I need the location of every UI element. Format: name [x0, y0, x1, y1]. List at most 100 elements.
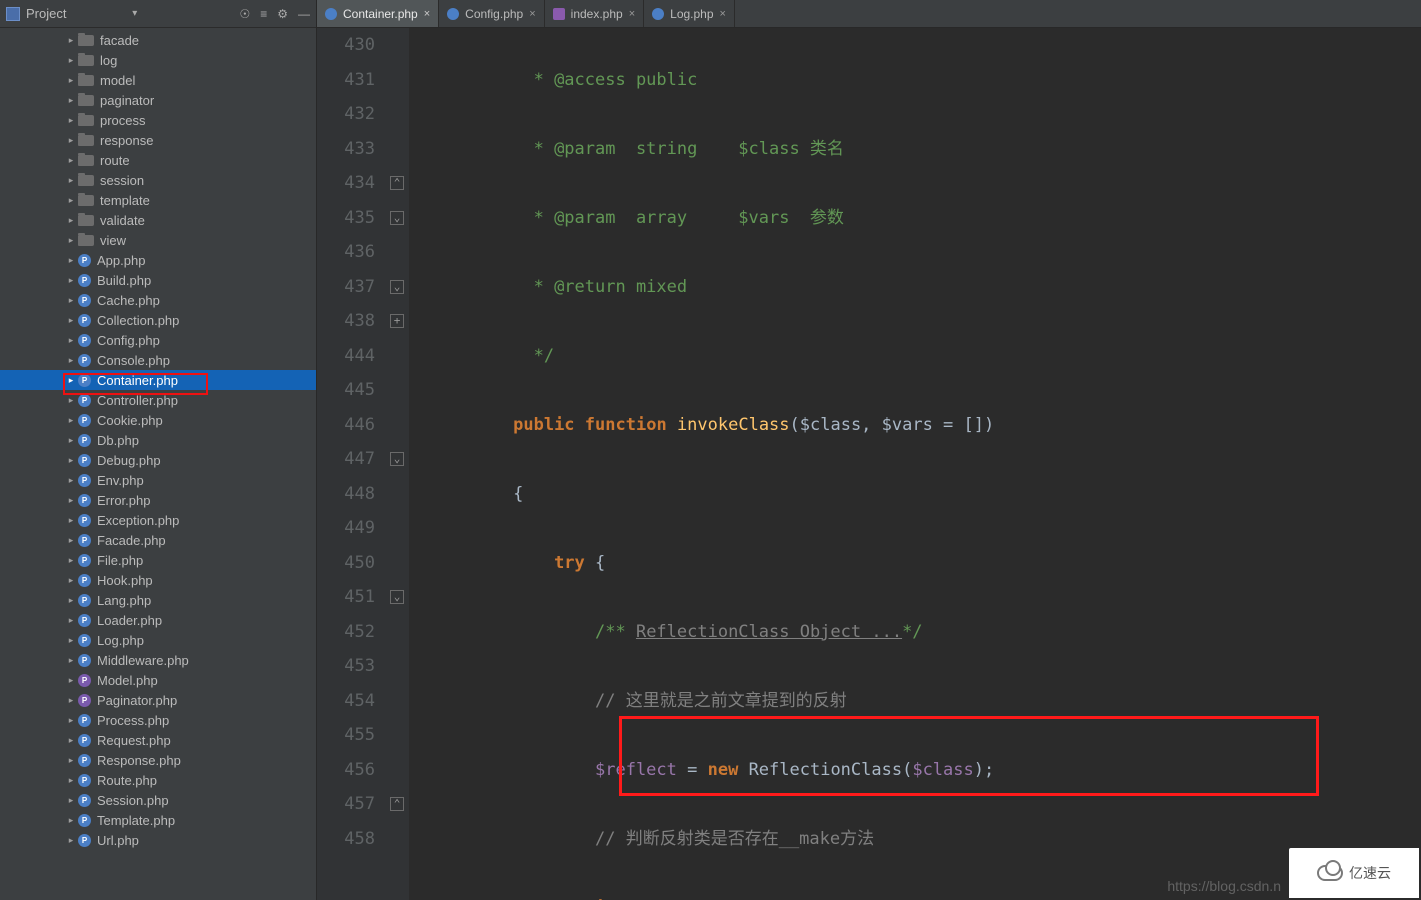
- fold-expand-icon[interactable]: +: [390, 314, 404, 328]
- code-area[interactable]: 4304314324334344354364374384444454464474…: [317, 28, 1421, 900]
- chevron-right-icon[interactable]: ▸: [64, 195, 78, 206]
- chevron-right-icon[interactable]: ▸: [64, 375, 78, 386]
- chevron-right-icon[interactable]: ▸: [64, 135, 78, 146]
- tree-item-build-php[interactable]: ▸Build.php: [0, 270, 316, 290]
- tree-item-facade[interactable]: ▸facade: [0, 30, 316, 50]
- tree-item-cache-php[interactable]: ▸Cache.php: [0, 290, 316, 310]
- tab-container-php[interactable]: Container.php×: [317, 0, 439, 27]
- fold-column[interactable]: ⌃⌄⌄+⌄⌄⌃: [387, 28, 409, 900]
- tree-item-cookie-php[interactable]: ▸Cookie.php: [0, 410, 316, 430]
- chevron-right-icon[interactable]: ▸: [64, 595, 78, 606]
- tree-item-collection-php[interactable]: ▸Collection.php: [0, 310, 316, 330]
- close-icon[interactable]: ×: [529, 8, 535, 20]
- chevron-right-icon[interactable]: ▸: [64, 455, 78, 466]
- tree-item-middleware-php[interactable]: ▸Middleware.php: [0, 650, 316, 670]
- chevron-right-icon[interactable]: ▸: [64, 95, 78, 106]
- chevron-right-icon[interactable]: ▸: [64, 235, 78, 246]
- tree-item-url-php[interactable]: ▸Url.php: [0, 830, 316, 850]
- tab-index-php[interactable]: index.php×: [545, 0, 644, 27]
- chevron-right-icon[interactable]: ▸: [64, 515, 78, 526]
- chevron-right-icon[interactable]: ▸: [64, 395, 78, 406]
- tree-item-response[interactable]: ▸response: [0, 130, 316, 150]
- tree-item-route-php[interactable]: ▸Route.php: [0, 770, 316, 790]
- tree-item-file-php[interactable]: ▸File.php: [0, 550, 316, 570]
- tree-item-session-php[interactable]: ▸Session.php: [0, 790, 316, 810]
- chevron-right-icon[interactable]: ▸: [64, 295, 78, 306]
- fold-toggle-icon[interactable]: ⌄: [390, 452, 404, 466]
- tree-item-db-php[interactable]: ▸Db.php: [0, 430, 316, 450]
- chevron-right-icon[interactable]: ▸: [64, 75, 78, 86]
- fold-toggle-icon[interactable]: ⌄: [390, 280, 404, 294]
- tree-item-exception-php[interactable]: ▸Exception.php: [0, 510, 316, 530]
- tree-item-response-php[interactable]: ▸Response.php: [0, 750, 316, 770]
- project-tree[interactable]: ▸facade▸log▸model▸paginator▸process▸resp…: [0, 28, 316, 900]
- chevron-right-icon[interactable]: ▸: [64, 415, 78, 426]
- chevron-right-icon[interactable]: ▸: [64, 315, 78, 326]
- tree-item-config-php[interactable]: ▸Config.php: [0, 330, 316, 350]
- tree-item-container-php[interactable]: ▸Container.php: [0, 370, 316, 390]
- tree-item-paginator[interactable]: ▸paginator: [0, 90, 316, 110]
- tree-item-console-php[interactable]: ▸Console.php: [0, 350, 316, 370]
- tree-item-facade-php[interactable]: ▸Facade.php: [0, 530, 316, 550]
- chevron-right-icon[interactable]: ▸: [64, 655, 78, 666]
- tree-item-hook-php[interactable]: ▸Hook.php: [0, 570, 316, 590]
- tree-item-process-php[interactable]: ▸Process.php: [0, 710, 316, 730]
- chevron-right-icon[interactable]: ▸: [64, 835, 78, 846]
- tree-item-template[interactable]: ▸template: [0, 190, 316, 210]
- tree-item-lang-php[interactable]: ▸Lang.php: [0, 590, 316, 610]
- chevron-right-icon[interactable]: ▸: [64, 435, 78, 446]
- code-content[interactable]: * @access public * @param string $class …: [409, 28, 1421, 900]
- chevron-right-icon[interactable]: ▸: [64, 215, 78, 226]
- chevron-right-icon[interactable]: ▸: [64, 615, 78, 626]
- chevron-right-icon[interactable]: ▸: [64, 55, 78, 66]
- close-icon[interactable]: ×: [629, 8, 635, 20]
- chevron-right-icon[interactable]: ▸: [64, 475, 78, 486]
- chevron-right-icon[interactable]: ▸: [64, 695, 78, 706]
- tree-item-error-php[interactable]: ▸Error.php: [0, 490, 316, 510]
- sidebar-title[interactable]: Project: [26, 6, 128, 21]
- tree-item-log[interactable]: ▸log: [0, 50, 316, 70]
- tree-item-app-php[interactable]: ▸App.php: [0, 250, 316, 270]
- chevron-right-icon[interactable]: ▸: [64, 35, 78, 46]
- tree-item-template-php[interactable]: ▸Template.php: [0, 810, 316, 830]
- tree-item-view[interactable]: ▸view: [0, 230, 316, 250]
- chevron-right-icon[interactable]: ▸: [64, 495, 78, 506]
- chevron-right-icon[interactable]: ▸: [64, 675, 78, 686]
- tree-item-paginator-php[interactable]: ▸Paginator.php: [0, 690, 316, 710]
- tree-item-model[interactable]: ▸model: [0, 70, 316, 90]
- tree-item-loader-php[interactable]: ▸Loader.php: [0, 610, 316, 630]
- chevron-right-icon[interactable]: ▸: [64, 795, 78, 806]
- tree-item-process[interactable]: ▸process: [0, 110, 316, 130]
- tree-item-controller-php[interactable]: ▸Controller.php: [0, 390, 316, 410]
- chevron-right-icon[interactable]: ▸: [64, 535, 78, 546]
- chevron-right-icon[interactable]: ▸: [64, 755, 78, 766]
- chevron-down-icon[interactable]: ▾: [132, 8, 137, 19]
- tree-item-route[interactable]: ▸route: [0, 150, 316, 170]
- chevron-right-icon[interactable]: ▸: [64, 815, 78, 826]
- fold-toggle-icon[interactable]: ⌃: [390, 176, 404, 190]
- tree-item-session[interactable]: ▸session: [0, 170, 316, 190]
- tree-item-log-php[interactable]: ▸Log.php: [0, 630, 316, 650]
- chevron-right-icon[interactable]: ▸: [64, 735, 78, 746]
- chevron-right-icon[interactable]: ▸: [64, 175, 78, 186]
- chevron-right-icon[interactable]: ▸: [64, 635, 78, 646]
- tree-item-model-php[interactable]: ▸Model.php: [0, 670, 316, 690]
- chevron-right-icon[interactable]: ▸: [64, 255, 78, 266]
- chevron-right-icon[interactable]: ▸: [64, 335, 78, 346]
- tree-item-debug-php[interactable]: ▸Debug.php: [0, 450, 316, 470]
- chevron-right-icon[interactable]: ▸: [64, 775, 78, 786]
- chevron-right-icon[interactable]: ▸: [64, 575, 78, 586]
- tab-config-php[interactable]: Config.php×: [439, 0, 544, 27]
- chevron-right-icon[interactable]: ▸: [64, 355, 78, 366]
- tab-log-php[interactable]: Log.php×: [644, 0, 735, 27]
- chevron-right-icon[interactable]: ▸: [64, 115, 78, 126]
- tree-item-request-php[interactable]: ▸Request.php: [0, 730, 316, 750]
- fold-toggle-icon[interactable]: ⌄: [390, 211, 404, 225]
- tree-item-env-php[interactable]: ▸Env.php: [0, 470, 316, 490]
- tree-item-validate[interactable]: ▸validate: [0, 210, 316, 230]
- close-icon[interactable]: ×: [720, 8, 726, 20]
- fold-toggle-icon[interactable]: ⌄: [390, 590, 404, 604]
- locate-icon[interactable]: ☉: [239, 7, 250, 21]
- minimize-icon[interactable]: —: [298, 7, 310, 21]
- chevron-right-icon[interactable]: ▸: [64, 155, 78, 166]
